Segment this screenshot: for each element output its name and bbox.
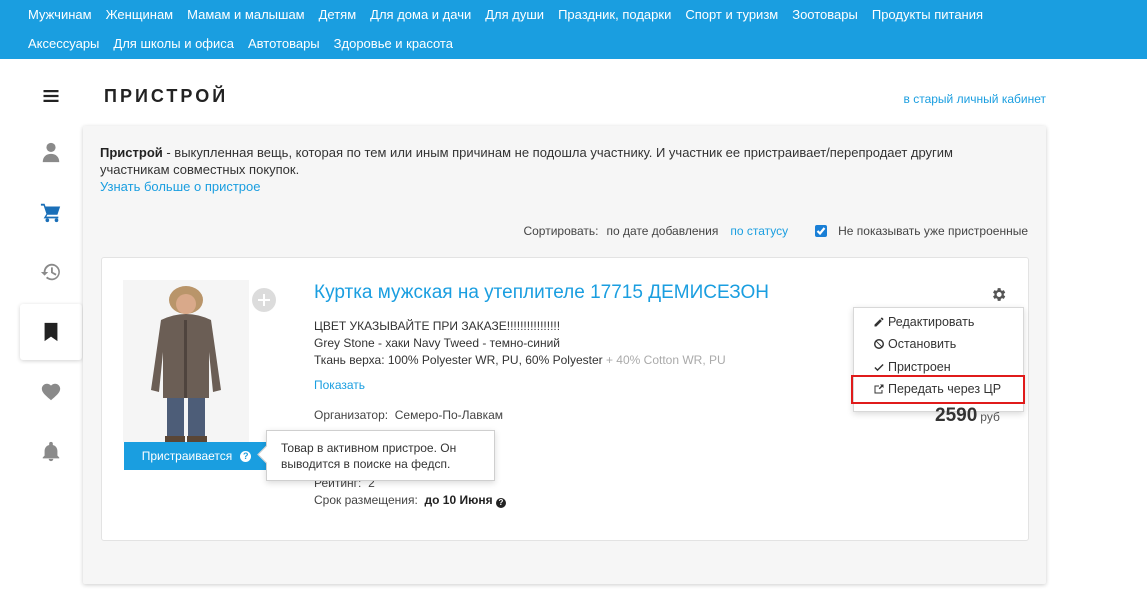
item-actions-menu: Редактировать Остановить Пристроен Перед… bbox=[851, 307, 1025, 412]
status-label: Пристраивается bbox=[141, 449, 233, 463]
nav-link[interactable]: Мамам и малышам bbox=[187, 7, 305, 22]
nav-row-2: Аксессуары Для школы и офиса Автотовары … bbox=[21, 29, 460, 58]
nav-link[interactable]: Здоровье и красота bbox=[334, 36, 453, 51]
menu-placed-label: Пристроен bbox=[888, 360, 951, 374]
nav-link[interactable]: Мужчинам bbox=[28, 7, 92, 22]
add-photo-icon[interactable] bbox=[252, 288, 276, 312]
help-icon[interactable]: ? bbox=[495, 497, 506, 508]
desc-line: Grey Stone - хаки Navy Tweed - темно-син… bbox=[314, 336, 560, 350]
jacket-photo-icon bbox=[123, 280, 249, 442]
item-title-link[interactable]: Куртка мужская на утеплителе 17715 ДЕМИС… bbox=[314, 282, 769, 304]
organizer-value: Семеро-По-Лавкам bbox=[394, 408, 504, 422]
nav-link[interactable]: Аксессуары bbox=[28, 36, 99, 51]
old-cabinet-link[interactable]: в старый личный кабинет bbox=[904, 92, 1047, 106]
bell-icon bbox=[42, 441, 60, 462]
sidebar-item-notifications[interactable] bbox=[20, 424, 82, 480]
nav-link[interactable]: Продукты питания bbox=[872, 7, 983, 22]
menu-item-stop[interactable]: Остановить bbox=[873, 337, 956, 351]
menu-item-edit[interactable]: Редактировать bbox=[873, 315, 974, 329]
highlight-box bbox=[851, 375, 1025, 404]
sidebar-item-cart[interactable] bbox=[20, 184, 82, 240]
sidebar-item-pristroy[interactable] bbox=[20, 304, 82, 360]
menu-item-placed[interactable]: Пристроен bbox=[873, 360, 951, 374]
heart-icon bbox=[41, 383, 61, 401]
nav-link[interactable]: Детям bbox=[319, 7, 357, 22]
item-price: 2590 руб bbox=[935, 405, 1000, 427]
gear-icon bbox=[993, 288, 1006, 301]
sort-bar: Сортировать: по дате добавления по стату… bbox=[523, 224, 1028, 238]
item-card: Пристраивается ? Куртка мужская на утепл… bbox=[101, 257, 1029, 541]
sidebar-item-favorites[interactable] bbox=[20, 364, 82, 420]
history-icon bbox=[40, 263, 60, 281]
desc-line3-main: Ткань верха: 100% Polyester WR, PU, 60% … bbox=[314, 353, 603, 367]
price-currency: руб bbox=[980, 410, 1000, 424]
hide-placed-label: Не показывать уже пристроенные bbox=[838, 224, 1028, 238]
learn-more-link[interactable]: Узнать больше о пристрое bbox=[100, 179, 261, 194]
organizer-label: Организатор: bbox=[314, 408, 389, 422]
settings-button[interactable] bbox=[990, 286, 1007, 303]
show-more-link[interactable]: Показать bbox=[314, 378, 365, 392]
nav-link[interactable]: Для школы и офиса bbox=[113, 36, 234, 51]
sidebar-item-history[interactable] bbox=[20, 244, 82, 300]
term-label: Срок размещения: bbox=[314, 493, 418, 507]
sort-by-status[interactable]: по статусу bbox=[730, 224, 788, 238]
item-photo[interactable] bbox=[123, 280, 249, 442]
nav-row-1: Мужчинам Женщинам Мамам и малышам Детям … bbox=[21, 0, 990, 29]
intro-text: Пристрой - выкупленная вещь, которая по … bbox=[100, 144, 1000, 178]
nav-link[interactable]: Автотовары bbox=[248, 36, 320, 51]
item-description: ЦВЕТ УКАЗЫВАЙТЕ ПРИ ЗАКАЗЕ!!!!!!!!!!!!!!… bbox=[314, 318, 726, 369]
menu-icon bbox=[43, 90, 59, 102]
nav-link[interactable]: Женщинам bbox=[106, 7, 174, 22]
status-tooltip: Товар в активном пристрое. Он выводится … bbox=[266, 430, 495, 481]
check-icon bbox=[874, 364, 884, 372]
sidebar-menu-toggle[interactable] bbox=[20, 68, 82, 124]
cart-icon bbox=[40, 203, 61, 223]
page-title: ПРИСТРОЙ bbox=[104, 86, 229, 106]
user-icon bbox=[42, 142, 60, 163]
sidebar-item-profile[interactable] bbox=[20, 124, 82, 180]
checkmark-icon bbox=[816, 227, 826, 236]
question-icon[interactable]: ? bbox=[240, 450, 252, 462]
top-navigation: Мужчинам Женщинам Мамам и малышам Детям … bbox=[0, 0, 1147, 59]
desc-line: ЦВЕТ УКАЗЫВАЙТЕ ПРИ ЗАКАЗЕ!!!!!!!!!!!!!!… bbox=[314, 319, 561, 333]
intro-term: Пристрой bbox=[100, 145, 163, 160]
sort-by-date[interactable]: по дате добавления bbox=[607, 224, 719, 238]
term-value: до 10 Июня bbox=[424, 493, 493, 507]
intro-description: - выкупленная вещь, которая по тем или и… bbox=[100, 145, 953, 177]
status-button[interactable]: Пристраивается ? bbox=[124, 442, 269, 470]
bookmark-icon bbox=[44, 322, 58, 342]
organizer-row: Организатор: Семеро-По-Лавкам bbox=[314, 408, 503, 422]
price-value: 2590 bbox=[935, 405, 978, 426]
menu-edit-label: Редактировать bbox=[888, 315, 975, 329]
nav-link[interactable]: Зоотовары bbox=[792, 7, 858, 22]
menu-stop-label: Остановить bbox=[888, 337, 957, 351]
placement-term-row: Срок размещения: до 10 Июня ? bbox=[314, 493, 506, 508]
ban-icon bbox=[874, 339, 884, 349]
main-panel: Пристрой - выкупленная вещь, которая по … bbox=[83, 126, 1046, 584]
hide-placed-checkbox[interactable] bbox=[815, 225, 828, 237]
nav-link[interactable]: Спорт и туризм bbox=[685, 7, 778, 22]
nav-link[interactable]: Праздник, подарки bbox=[558, 7, 671, 22]
desc-line3-fade: + 40% Cotton WR, PU bbox=[602, 353, 726, 367]
pencil-icon bbox=[874, 317, 884, 327]
sort-label: Сортировать: bbox=[523, 224, 599, 238]
desc-line: Ткань верха: 100% Polyester WR, PU, 60% … bbox=[314, 352, 726, 369]
nav-link[interactable]: Для дома и дачи bbox=[370, 7, 471, 22]
nav-link[interactable]: Для души bbox=[485, 7, 544, 22]
